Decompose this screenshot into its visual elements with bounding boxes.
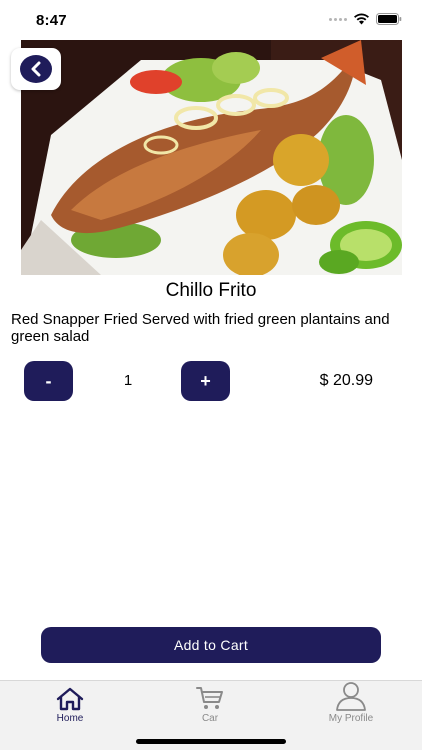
home-indicator bbox=[136, 739, 286, 744]
quantity-row: - 1 + $ 20.99 bbox=[0, 361, 422, 401]
user-icon bbox=[335, 681, 367, 711]
status-bar: 8:47 bbox=[0, 0, 422, 40]
tab-profile-label: My Profile bbox=[328, 713, 374, 724]
battery-icon bbox=[376, 13, 402, 25]
decrement-button[interactable]: - bbox=[24, 361, 73, 401]
cart-icon bbox=[195, 681, 225, 711]
chevron-left-icon bbox=[20, 55, 52, 83]
status-time: 8:47 bbox=[36, 12, 67, 29]
product-description: Red Snapper Fried Served with fried gree… bbox=[11, 311, 390, 345]
tab-home-label: Home bbox=[56, 713, 84, 724]
increment-button[interactable]: + bbox=[181, 361, 230, 401]
add-to-cart-button[interactable]: Add to Cart bbox=[41, 627, 381, 663]
product-name: Chillo Frito bbox=[165, 280, 257, 301]
tab-home[interactable]: Home bbox=[20, 681, 120, 729]
home-icon bbox=[55, 681, 85, 711]
tab-cart-label: Car bbox=[201, 713, 219, 724]
back-button[interactable] bbox=[11, 48, 61, 90]
product-image bbox=[21, 40, 402, 275]
status-icons bbox=[329, 13, 402, 25]
tab-cart[interactable]: Car bbox=[160, 681, 260, 729]
tab-profile[interactable]: My Profile bbox=[301, 681, 401, 729]
signal-icon bbox=[329, 17, 347, 21]
product-price: $ 20.99 bbox=[319, 372, 373, 389]
wifi-icon bbox=[353, 13, 370, 25]
quantity-value: 1 bbox=[123, 372, 133, 389]
